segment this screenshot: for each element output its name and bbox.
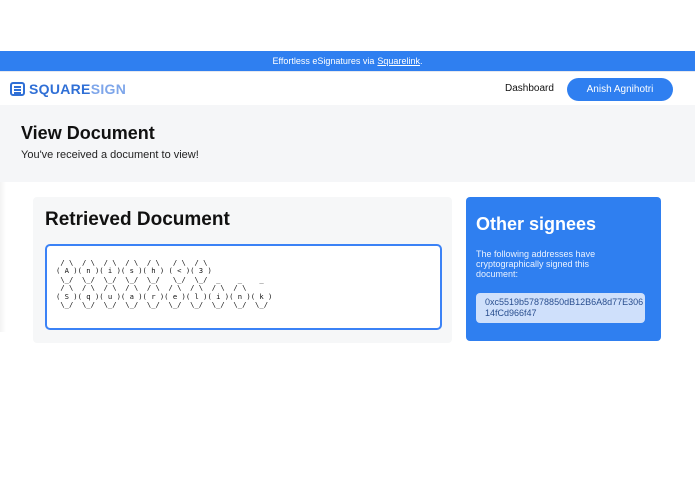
- user-button[interactable]: Anish Agnihotri: [567, 78, 673, 101]
- signees-description: The following addresses have cryptograph…: [476, 249, 596, 279]
- signees-title: Other signees: [476, 214, 597, 234]
- promo-banner: Effortless eSignatures via Squarelink .: [0, 51, 695, 71]
- signee-address: 0xc5519b57878850dB12B6A8d77E30614fCd966f…: [476, 293, 645, 323]
- page: Effortless eSignatures via Squarelink . …: [0, 0, 695, 494]
- page-subtitle: You've received a document to view!: [21, 149, 199, 161]
- retrieved-document-card: Retrieved Document / \ / \ / \ / \ / \ /…: [33, 197, 452, 343]
- logo-secondary: SIGN: [90, 81, 127, 97]
- signees-card: Other signees The following addresses ha…: [466, 197, 661, 341]
- dashboard-link[interactable]: Dashboard: [505, 83, 554, 94]
- logo-primary: SQUARE: [29, 81, 91, 97]
- squarelink-link[interactable]: Squarelink: [377, 56, 420, 66]
- document-title: Retrieved Document: [45, 209, 230, 230]
- banner-text: Effortless eSignatures via: [272, 56, 375, 66]
- navbar: SQUARESIGN Dashboard Anish Agnihotri: [0, 71, 695, 105]
- side-shadow: [0, 182, 6, 332]
- document-content-box[interactable]: / \ / \ / \ / \ / \ / \ / \ ( A )( n )( …: [45, 244, 442, 330]
- document-icon: [10, 82, 25, 96]
- page-header: View Document You've received a document…: [0, 105, 695, 182]
- document-content: / \ / \ / \ / \ / \ / \ / \ ( A )( n )( …: [56, 258, 273, 310]
- logo[interactable]: SQUARESIGN: [10, 81, 126, 97]
- page-title: View Document: [21, 123, 155, 143]
- banner-suffix: .: [419, 56, 423, 66]
- logo-text: SQUARESIGN: [29, 81, 126, 97]
